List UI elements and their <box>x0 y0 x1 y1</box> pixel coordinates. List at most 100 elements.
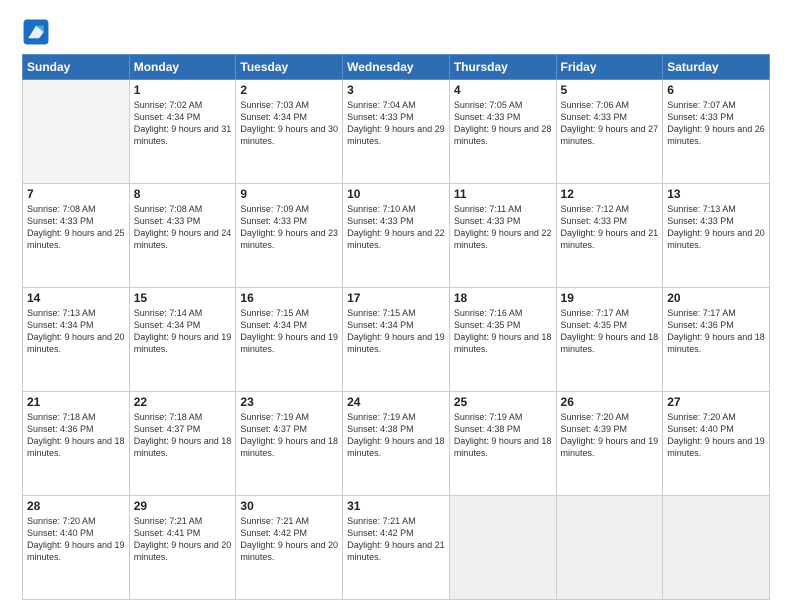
calendar-cell: 26 Sunrise: 7:20 AMSunset: 4:39 PMDayligh… <box>556 392 663 496</box>
calendar-week-1: 1 Sunrise: 7:02 AMSunset: 4:34 PMDaylight… <box>23 80 770 184</box>
day-info: Sunrise: 7:05 AMSunset: 4:33 PMDaylight:… <box>454 99 552 148</box>
day-info: Sunrise: 7:20 AMSunset: 4:40 PMDaylight:… <box>667 411 765 460</box>
calendar-week-2: 7 Sunrise: 7:08 AMSunset: 4:33 PMDaylight… <box>23 184 770 288</box>
page: SundayMondayTuesdayWednesdayThursdayFrid… <box>0 0 792 612</box>
calendar-cell: 15 Sunrise: 7:14 AMSunset: 4:34 PMDayligh… <box>129 288 236 392</box>
day-number: 17 <box>347 291 445 305</box>
day-info: Sunrise: 7:03 AMSunset: 4:34 PMDaylight:… <box>240 99 338 148</box>
calendar-cell: 9 Sunrise: 7:09 AMSunset: 4:33 PMDaylight… <box>236 184 343 288</box>
logo-icon <box>22 18 50 46</box>
calendar-cell: 25Sunrise: 7:19 AMSunset: 4:38 PMDayligh… <box>449 392 556 496</box>
day-number: 30 <box>240 499 338 513</box>
day-info: Sunrise: 7:02 AMSunset: 4:34 PMDaylight:… <box>134 99 232 148</box>
day-info: Sunrise: 7:19 AMSunset: 4:38 PMDaylight:… <box>347 411 445 460</box>
day-info: Sunrise: 7:21 AMSunset: 4:42 PMDaylight:… <box>240 515 338 564</box>
day-info: Sunrise: 7:20 AMSunset: 4:39 PMDaylight:… <box>561 411 659 460</box>
calendar-week-5: 28 Sunrise: 7:20 AMSunset: 4:40 PMDayligh… <box>23 496 770 600</box>
calendar-cell: 30 Sunrise: 7:21 AMSunset: 4:42 PMDayligh… <box>236 496 343 600</box>
day-number: 13 <box>667 187 765 201</box>
day-info: Sunrise: 7:13 AMSunset: 4:34 PMDaylight:… <box>27 307 125 356</box>
day-number: 10 <box>347 187 445 201</box>
calendar-cell: 31Sunrise: 7:21 AMSunset: 4:42 PMDayligh… <box>343 496 450 600</box>
day-number: 8 <box>134 187 232 201</box>
day-number: 11 <box>454 187 552 201</box>
day-number: 5 <box>561 83 659 97</box>
day-number: 22 <box>134 395 232 409</box>
calendar-header-tuesday: Tuesday <box>236 55 343 80</box>
day-number: 14 <box>27 291 125 305</box>
day-info: Sunrise: 7:17 AMSunset: 4:36 PMDaylight:… <box>667 307 765 356</box>
calendar-cell: 27 Sunrise: 7:20 AMSunset: 4:40 PMDayligh… <box>663 392 770 496</box>
day-info: Sunrise: 7:10 AMSunset: 4:33 PMDaylight:… <box>347 203 445 252</box>
day-number: 21 <box>27 395 125 409</box>
calendar-cell: 23 Sunrise: 7:19 AMSunset: 4:37 PMDayligh… <box>236 392 343 496</box>
calendar-cell <box>23 80 130 184</box>
day-number: 6 <box>667 83 765 97</box>
day-info: Sunrise: 7:18 AMSunset: 4:37 PMDaylight:… <box>134 411 232 460</box>
calendar-week-3: 14 Sunrise: 7:13 AMSunset: 4:34 PMDayligh… <box>23 288 770 392</box>
calendar-cell: 28 Sunrise: 7:20 AMSunset: 4:40 PMDayligh… <box>23 496 130 600</box>
day-info: Sunrise: 7:20 AMSunset: 4:40 PMDaylight:… <box>27 515 125 564</box>
logo <box>22 18 54 46</box>
day-number: 23 <box>240 395 338 409</box>
day-number: 12 <box>561 187 659 201</box>
day-info: Sunrise: 7:16 AMSunset: 4:35 PMDaylight:… <box>454 307 552 356</box>
calendar-cell: 10 Sunrise: 7:10 AMSunset: 4:33 PMDayligh… <box>343 184 450 288</box>
calendar-cell <box>449 496 556 600</box>
day-info: Sunrise: 7:08 AMSunset: 4:33 PMDaylight:… <box>27 203 125 252</box>
calendar-cell: 17 Sunrise: 7:15 AMSunset: 4:34 PMDayligh… <box>343 288 450 392</box>
calendar-header-friday: Friday <box>556 55 663 80</box>
calendar-header-monday: Monday <box>129 55 236 80</box>
calendar-cell: 16Sunrise: 7:15 AMSunset: 4:34 PMDayligh… <box>236 288 343 392</box>
day-info: Sunrise: 7:15 AMSunset: 4:34 PMDaylight:… <box>347 307 445 356</box>
calendar-cell: 12 Sunrise: 7:12 AMSunset: 4:33 PMDayligh… <box>556 184 663 288</box>
day-number: 2 <box>240 83 338 97</box>
calendar-cell: 13 Sunrise: 7:13 AMSunset: 4:33 PMDayligh… <box>663 184 770 288</box>
day-number: 9 <box>240 187 338 201</box>
calendar-cell: 22 Sunrise: 7:18 AMSunset: 4:37 PMDayligh… <box>129 392 236 496</box>
calendar-cell: 18Sunrise: 7:16 AMSunset: 4:35 PMDayligh… <box>449 288 556 392</box>
day-info: Sunrise: 7:09 AMSunset: 4:33 PMDaylight:… <box>240 203 338 252</box>
calendar-cell: 24 Sunrise: 7:19 AMSunset: 4:38 PMDayligh… <box>343 392 450 496</box>
day-info: Sunrise: 7:19 AMSunset: 4:37 PMDaylight:… <box>240 411 338 460</box>
calendar-cell: 8 Sunrise: 7:08 AMSunset: 4:33 PMDaylight… <box>129 184 236 288</box>
day-number: 29 <box>134 499 232 513</box>
header <box>22 18 770 46</box>
calendar-cell: 20 Sunrise: 7:17 AMSunset: 4:36 PMDayligh… <box>663 288 770 392</box>
calendar-header-saturday: Saturday <box>663 55 770 80</box>
calendar-cell: 6 Sunrise: 7:07 AMSunset: 4:33 PMDaylight… <box>663 80 770 184</box>
day-number: 27 <box>667 395 765 409</box>
calendar-header-row: SundayMondayTuesdayWednesdayThursdayFrid… <box>23 55 770 80</box>
day-number: 19 <box>561 291 659 305</box>
day-info: Sunrise: 7:12 AMSunset: 4:33 PMDaylight:… <box>561 203 659 252</box>
day-number: 24 <box>347 395 445 409</box>
day-info: Sunrise: 7:13 AMSunset: 4:33 PMDaylight:… <box>667 203 765 252</box>
calendar-week-4: 21 Sunrise: 7:18 AMSunset: 4:36 PMDayligh… <box>23 392 770 496</box>
day-number: 7 <box>27 187 125 201</box>
calendar-cell: 2 Sunrise: 7:03 AMSunset: 4:34 PMDaylight… <box>236 80 343 184</box>
day-info: Sunrise: 7:07 AMSunset: 4:33 PMDaylight:… <box>667 99 765 148</box>
calendar-header-wednesday: Wednesday <box>343 55 450 80</box>
day-info: Sunrise: 7:21 AMSunset: 4:41 PMDaylight:… <box>134 515 232 564</box>
day-number: 1 <box>134 83 232 97</box>
day-number: 20 <box>667 291 765 305</box>
calendar-header-sunday: Sunday <box>23 55 130 80</box>
day-number: 28 <box>27 499 125 513</box>
day-info: Sunrise: 7:11 AMSunset: 4:33 PMDaylight:… <box>454 203 552 252</box>
day-number: 26 <box>561 395 659 409</box>
calendar-cell: 11 Sunrise: 7:11 AMSunset: 4:33 PMDayligh… <box>449 184 556 288</box>
day-info: Sunrise: 7:14 AMSunset: 4:34 PMDaylight:… <box>134 307 232 356</box>
day-info: Sunrise: 7:04 AMSunset: 4:33 PMDaylight:… <box>347 99 445 148</box>
day-info: Sunrise: 7:08 AMSunset: 4:33 PMDaylight:… <box>134 203 232 252</box>
calendar-cell: 14 Sunrise: 7:13 AMSunset: 4:34 PMDayligh… <box>23 288 130 392</box>
calendar-cell: 29 Sunrise: 7:21 AMSunset: 4:41 PMDayligh… <box>129 496 236 600</box>
calendar-cell: 4Sunrise: 7:05 AMSunset: 4:33 PMDaylight… <box>449 80 556 184</box>
day-info: Sunrise: 7:17 AMSunset: 4:35 PMDaylight:… <box>561 307 659 356</box>
day-info: Sunrise: 7:15 AMSunset: 4:34 PMDaylight:… <box>240 307 338 356</box>
calendar-cell <box>663 496 770 600</box>
calendar-cell: 1 Sunrise: 7:02 AMSunset: 4:34 PMDaylight… <box>129 80 236 184</box>
day-number: 15 <box>134 291 232 305</box>
calendar-table: SundayMondayTuesdayWednesdayThursdayFrid… <box>22 54 770 600</box>
day-info: Sunrise: 7:06 AMSunset: 4:33 PMDaylight:… <box>561 99 659 148</box>
day-info: Sunrise: 7:18 AMSunset: 4:36 PMDaylight:… <box>27 411 125 460</box>
